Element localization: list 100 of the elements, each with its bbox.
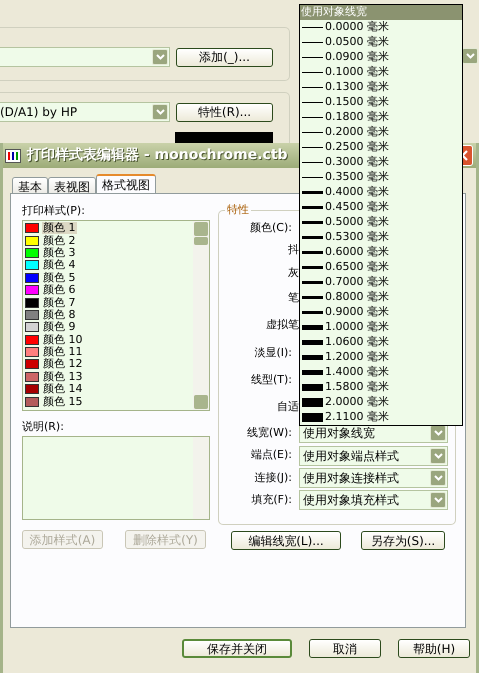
- style-item[interactable]: 颜色 1: [42, 222, 76, 234]
- chevron-down-icon: [434, 452, 442, 458]
- select-field[interactable]: 使用对象填充样式: [299, 490, 448, 510]
- dropdown-item[interactable]: 0.7000 毫米: [300, 275, 462, 290]
- style-item[interactable]: 颜色 2: [42, 234, 76, 247]
- chevron-down-icon: [466, 53, 474, 59]
- line-sample-icon: [302, 340, 323, 345]
- chevron-down-icon: [434, 475, 442, 481]
- line-sample-icon: [302, 132, 323, 133]
- plotter-combo[interactable]: (D/A1) by HP: [0, 102, 170, 122]
- select-field[interactable]: 使用对象端点样式: [299, 446, 448, 466]
- dropdown-item[interactable]: 1.0600 毫米: [300, 335, 462, 350]
- line-sample-icon: [302, 251, 323, 254]
- scrollbar[interactable]: [193, 221, 209, 410]
- dropdown-item[interactable]: 0.3500 毫米: [300, 170, 462, 185]
- tab[interactable]: 格式视图: [96, 174, 156, 193]
- field-label: 填充(F):: [250, 492, 292, 508]
- style-item[interactable]: 颜色 12: [42, 358, 84, 370]
- tab[interactable]: 基本: [12, 177, 48, 193]
- field-label: 灰: [288, 264, 299, 281]
- dropdown-item[interactable]: 0.1500 毫米: [300, 95, 462, 110]
- field-label: 线宽(W):: [246, 424, 292, 441]
- dropdown-item[interactable]: 0.3000 毫米: [300, 155, 462, 170]
- button[interactable]: 取消: [309, 639, 381, 658]
- dropdown-item[interactable]: 0.0900 毫米: [300, 50, 462, 65]
- tab[interactable]: 表视图: [48, 177, 96, 193]
- field-label: 抖: [288, 242, 299, 258]
- dropdown-item[interactable]: 0.2500 毫米: [300, 140, 462, 155]
- line-sample-icon: [302, 162, 323, 163]
- line-sample-icon: [302, 57, 323, 58]
- dropdown-item[interactable]: 0.4000 毫米: [300, 185, 462, 200]
- style-item[interactable]: 颜色 5: [42, 272, 76, 284]
- line-sample-icon: [302, 296, 323, 299]
- button[interactable]: 另存为(S)...: [361, 531, 445, 550]
- style-item[interactable]: 颜色 8: [42, 308, 76, 321]
- dropdown-item[interactable]: 0.1000 毫米: [300, 65, 462, 80]
- style-item[interactable]: 颜色 10: [42, 334, 84, 346]
- dropdown-item[interactable]: 0.9000 毫米: [300, 305, 462, 320]
- line-sample-icon: [302, 117, 323, 118]
- dropdown-item[interactable]: 2.0000 毫米: [300, 395, 462, 410]
- field-label: 自适: [277, 399, 299, 416]
- app-icon: [5, 148, 21, 162]
- dropdown-item[interactable]: 0.1800 毫米: [300, 110, 462, 125]
- button[interactable]: 编辑线宽(L)...: [231, 531, 341, 550]
- select-field[interactable]: 使用对象连接样式: [299, 468, 448, 488]
- line-sample-icon: [302, 191, 323, 194]
- dropdown-item[interactable]: 0.0500 毫米: [300, 35, 462, 50]
- line-sample-icon: [302, 206, 323, 209]
- dropdown-button[interactable]: [462, 48, 478, 64]
- line-sample-icon: [302, 398, 323, 407]
- dropdown-button[interactable]: [430, 425, 446, 441]
- line-sample-icon: [302, 311, 323, 314]
- style-item[interactable]: 颜色 14: [42, 383, 84, 396]
- line-sample-icon: [302, 147, 323, 148]
- button[interactable]: 添加(_)...: [176, 48, 273, 66]
- dropdown-item[interactable]: 0.6500 毫米: [300, 260, 462, 275]
- window-title: 打印样式表编辑器 - monochrome.ctb: [27, 146, 288, 165]
- button[interactable]: 帮助(H): [398, 639, 470, 658]
- dropdown-item[interactable]: 0.4500 毫米: [300, 200, 462, 215]
- style-item[interactable]: 颜色 4: [42, 259, 76, 272]
- line-sample-icon: [302, 72, 323, 73]
- style-item[interactable]: 颜色 11: [42, 346, 84, 358]
- dropdown-item[interactable]: 1.2000 毫米: [300, 350, 462, 365]
- field-label: 虚拟笔: [266, 316, 299, 333]
- style-item[interactable]: 颜色 6: [42, 284, 76, 296]
- dropdown-item[interactable]: 1.5800 毫米: [300, 380, 462, 395]
- dropdown-item[interactable]: 0.6000 毫米: [300, 245, 462, 260]
- line-sample-icon: [302, 221, 323, 224]
- line-sample-icon: [302, 266, 323, 269]
- chevron-down-icon: [434, 497, 442, 503]
- printer-combo[interactable]: [0, 47, 170, 67]
- dropdown-item[interactable]: 0.0000 毫米: [300, 20, 462, 35]
- line-sample-icon: [302, 177, 323, 178]
- dropdown-item[interactable]: 0.1300 毫米: [300, 80, 462, 95]
- line-sample-icon: [302, 281, 323, 284]
- dropdown-item[interactable]: 0.8000 毫米: [300, 290, 462, 305]
- field-label: 端点(E):: [250, 447, 292, 464]
- line-sample-icon: [302, 325, 323, 330]
- description-field[interactable]: [22, 436, 210, 520]
- dropdown-item[interactable]: 2.1100 毫米: [300, 410, 462, 425]
- line-sample-icon: [302, 87, 323, 88]
- style-item[interactable]: 颜色 9: [42, 321, 76, 334]
- dropdown-item[interactable]: 0.2000 毫米: [300, 125, 462, 140]
- dropdown-item[interactable]: 0.5300 毫米: [300, 230, 462, 245]
- field-label: 连接(J):: [253, 470, 292, 486]
- dropdown-item[interactable]: 0.5000 毫米: [300, 215, 462, 230]
- line-sample-icon: [302, 27, 323, 28]
- dropdown-item[interactable]: 1.4000 毫米: [300, 365, 462, 380]
- dropdown-item[interactable]: 1.0000 毫米: [300, 320, 462, 335]
- style-item[interactable]: 颜色 13: [42, 370, 84, 383]
- description-label: 说明(R):: [22, 419, 65, 435]
- style-item[interactable]: 颜色 3: [42, 246, 76, 259]
- style-item[interactable]: 颜色 15: [42, 396, 84, 408]
- line-sample-icon: [302, 42, 323, 43]
- button[interactable]: 保存并关闭: [182, 639, 292, 658]
- line-sample-icon: [302, 355, 323, 360]
- button[interactable]: 特性(R)...: [176, 102, 273, 122]
- line-sample-icon: [302, 384, 323, 391]
- field-label: 淡显(I):: [253, 344, 292, 361]
- style-item[interactable]: 颜色 7: [42, 296, 76, 309]
